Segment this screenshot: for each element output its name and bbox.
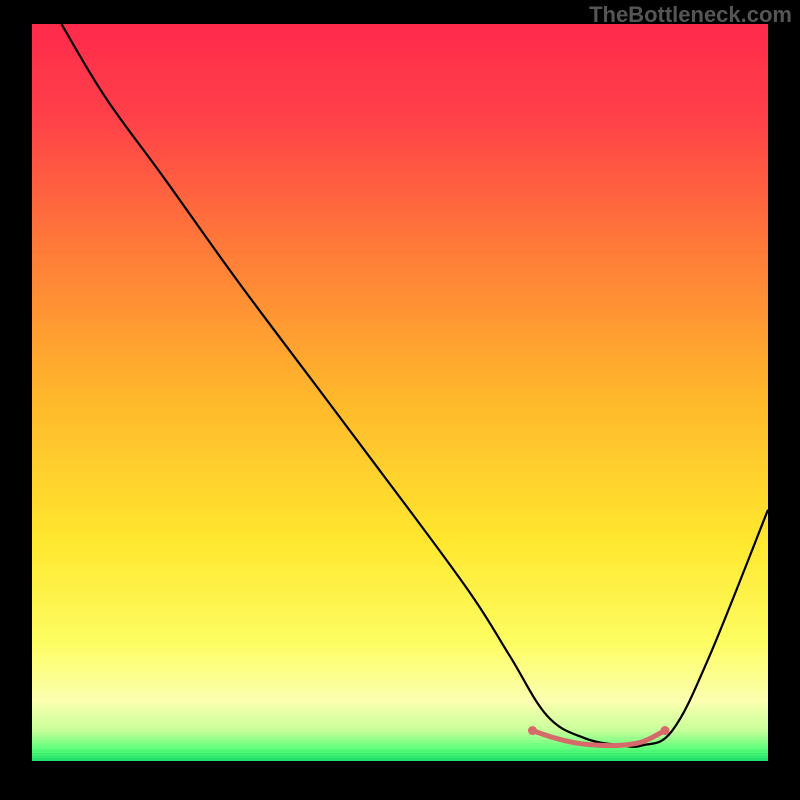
plot-frame — [32, 24, 768, 760]
plot-area — [32, 24, 768, 760]
watermark: TheBottleneck.com — [589, 2, 792, 28]
